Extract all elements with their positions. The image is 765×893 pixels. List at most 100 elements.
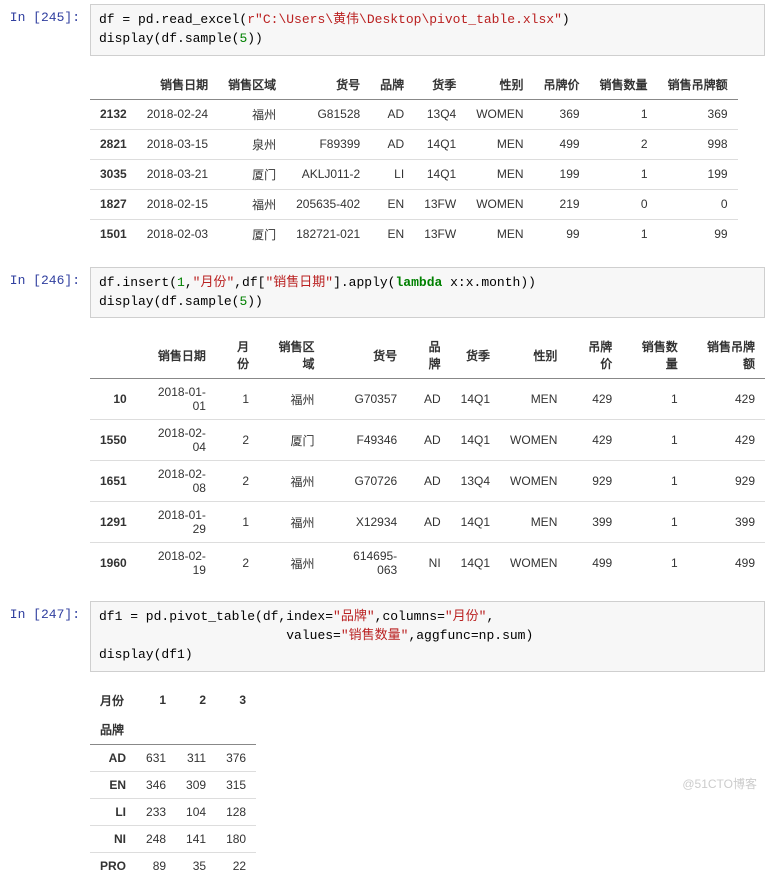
cell: 泉州 — [218, 129, 286, 159]
cell: MEN — [500, 502, 567, 543]
cell: 1 — [622, 543, 687, 584]
code-text: x:x.month)) — [442, 275, 536, 290]
cell: 1 — [622, 420, 687, 461]
th: 销售数量 — [590, 70, 658, 100]
cell: 2018-03-15 — [137, 129, 218, 159]
th: 销售区域 — [259, 332, 324, 379]
cell: 2018-01-01 — [137, 379, 216, 420]
th: 1 — [136, 686, 176, 715]
cell: 14Q1 — [451, 502, 500, 543]
row-index: 10 — [90, 379, 137, 420]
table-row: 15502018-02-042厦门F49346AD14Q1WOMEN429142… — [90, 420, 765, 461]
row-index: LI — [90, 798, 136, 825]
table-row: 102018-01-011福州G70357AD14Q1MEN4291429 — [90, 379, 765, 420]
row-index: 1291 — [90, 502, 137, 543]
cell: 929 — [688, 461, 765, 502]
cell: F89399 — [286, 129, 370, 159]
cell: EN — [370, 219, 414, 249]
prompt-in-247: In [247]: — [0, 601, 90, 672]
cell: 2 — [590, 129, 658, 159]
cell: 399 — [688, 502, 765, 543]
cell: G81528 — [286, 99, 370, 129]
code-pad — [99, 628, 286, 643]
prompt-in-246: In [246]: — [0, 267, 90, 319]
code-string: "月份" — [445, 609, 487, 624]
row-index: 2821 — [90, 129, 137, 159]
cell: 2018-02-24 — [137, 99, 218, 129]
code-text: df = pd.read_excel( — [99, 12, 247, 27]
code-text: )) — [247, 31, 263, 46]
cell: 499 — [688, 543, 765, 584]
cell: 929 — [567, 461, 622, 502]
cell: 14Q1 — [414, 159, 466, 189]
cell: MEN — [466, 219, 533, 249]
th: 销售区域 — [218, 70, 286, 100]
cell: 128 — [216, 798, 256, 825]
cell: 福州 — [259, 379, 324, 420]
code-text: values= — [286, 628, 341, 643]
row-index: 1827 — [90, 189, 137, 219]
cell: AD — [370, 99, 414, 129]
cell: 141 — [176, 825, 216, 852]
cell: 89 — [136, 852, 176, 879]
cell: 429 — [567, 379, 622, 420]
th: 货号 — [286, 70, 370, 100]
pivot-row-header: 品牌 — [90, 715, 256, 745]
cell: 199 — [658, 159, 738, 189]
cell: AD — [370, 129, 414, 159]
code-cell-245: In [245]: df = pd.read_excel(r"C:\Users\… — [0, 0, 765, 60]
dataframe-table-1: 销售日期 销售区域 货号 品牌 货季 性别 吊牌价 销售数量 销售吊牌额 213… — [90, 70, 738, 249]
th-blank — [176, 715, 216, 745]
cell: 1 — [216, 502, 259, 543]
code-string: "销售日期" — [265, 275, 333, 290]
table-row: 15012018-02-03厦门182721-021EN13FWMEN99199 — [90, 219, 738, 249]
cell: 1 — [622, 461, 687, 502]
table-row: 30352018-03-21厦门AKLJ011-2LI14Q1MEN199119… — [90, 159, 738, 189]
cell: 429 — [688, 420, 765, 461]
code-text: ) — [562, 12, 570, 27]
th: 性别 — [500, 332, 567, 379]
cell: F49346 — [325, 420, 408, 461]
cell: 14Q1 — [414, 129, 466, 159]
th: 货号 — [325, 332, 408, 379]
th: 品牌 — [407, 332, 450, 379]
cell: 2018-02-08 — [137, 461, 216, 502]
output-cell-245: 销售日期 销售区域 货号 品牌 货季 性别 吊牌价 销售数量 销售吊牌额 213… — [0, 60, 765, 263]
cell: 14Q1 — [451, 379, 500, 420]
cell: 369 — [534, 99, 590, 129]
th: 吊牌价 — [567, 332, 622, 379]
cell: 13FW — [414, 189, 466, 219]
cell: 1 — [590, 99, 658, 129]
cell: WOMEN — [500, 543, 567, 584]
row-index: 1651 — [90, 461, 137, 502]
cell: 614695-063 — [325, 543, 408, 584]
cell: 205635-402 — [286, 189, 370, 219]
cell: MEN — [500, 379, 567, 420]
cell: EN — [370, 189, 414, 219]
cell: AD — [407, 420, 450, 461]
cell: 315 — [216, 771, 256, 798]
code-input-246[interactable]: df.insert(1,"月份",df["销售日期"].apply(lambda… — [90, 267, 765, 319]
cell: 376 — [216, 744, 256, 771]
table-row: 28212018-03-15泉州F89399AD14Q1MEN4992998 — [90, 129, 738, 159]
cell: X12934 — [325, 502, 408, 543]
cell: 14Q1 — [451, 543, 500, 584]
code-input-245[interactable]: df = pd.read_excel(r"C:\Users\黄伟\Desktop… — [90, 4, 765, 56]
cell: MEN — [466, 159, 533, 189]
cell: 182721-021 — [286, 219, 370, 249]
code-text: display(df1) — [99, 647, 193, 662]
prompt-out-246 — [0, 326, 90, 593]
code-text: ,df[ — [234, 275, 265, 290]
table-header-row: 销售日期 销售区域 货号 品牌 货季 性别 吊牌价 销售数量 销售吊牌额 — [90, 70, 738, 100]
th: 2 — [176, 686, 216, 715]
cell: G70726 — [325, 461, 408, 502]
cell: 219 — [534, 189, 590, 219]
table-row: 16512018-02-082福州G70726AD13Q4WOMEN929192… — [90, 461, 765, 502]
code-string: r"C:\Users\黄伟\Desktop\pivot_table.xlsx" — [247, 12, 562, 27]
dataframe-table-2: 销售日期 月份 销售区域 货号 品牌 货季 性别 吊牌价 销售数量 销售吊牌额 … — [90, 332, 765, 583]
cell: 1 — [622, 502, 687, 543]
cell: 2018-01-29 — [137, 502, 216, 543]
code-string: "销售数量" — [341, 628, 409, 643]
code-input-247[interactable]: df1 = pd.pivot_table(df,index="品牌",colum… — [90, 601, 765, 672]
row-index: AD — [90, 744, 136, 771]
